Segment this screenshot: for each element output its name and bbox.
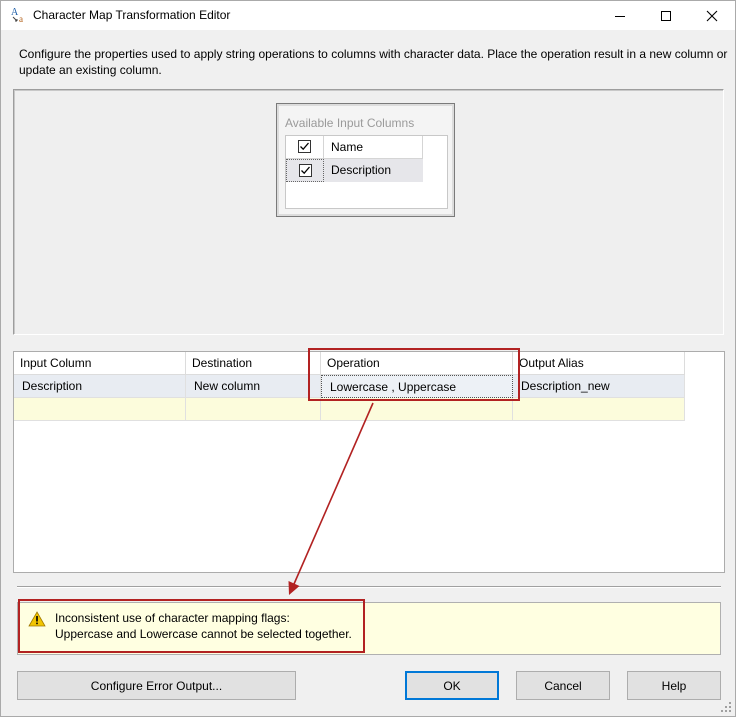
cell-destination[interactable]: New column	[186, 375, 321, 398]
close-button[interactable]	[689, 1, 735, 30]
configure-error-output-button[interactable]: Configure Error Output...	[17, 671, 296, 700]
input-column-row[interactable]: Name	[286, 136, 423, 159]
cell-input-column[interactable]: Description	[14, 375, 186, 398]
help-button[interactable]: Help	[627, 671, 721, 700]
description-checkbox[interactable]	[299, 164, 312, 177]
input-columns-list[interactable]: Name Description	[285, 135, 448, 209]
resize-grip-icon[interactable]	[720, 701, 732, 713]
cancel-button[interactable]: Cancel	[516, 671, 610, 700]
minimize-button[interactable]	[597, 1, 643, 30]
new-cell-input-column[interactable]	[14, 398, 186, 421]
character-map-icon: A a	[10, 6, 28, 24]
title-bar[interactable]: A a Character Map Transformation Editor	[1, 1, 735, 30]
ok-button[interactable]: OK	[405, 671, 499, 700]
new-cell-output-alias[interactable]	[513, 398, 685, 421]
close-icon	[706, 10, 718, 21]
input-column-row[interactable]: Description	[286, 159, 423, 182]
maximize-button[interactable]	[643, 1, 689, 30]
cell-output-alias[interactable]: Description_new	[513, 375, 685, 398]
name-checkbox[interactable]	[298, 140, 311, 153]
minimize-icon	[615, 15, 625, 17]
checkmark-icon	[301, 166, 310, 175]
new-cell-destination[interactable]	[186, 398, 321, 421]
svg-text:a: a	[19, 14, 23, 24]
operation-highlight	[308, 348, 520, 401]
input-column-label: Name	[331, 140, 364, 154]
window-title: Character Map Transformation Editor	[33, 8, 231, 22]
header-destination[interactable]: Destination	[186, 352, 321, 375]
message-highlight	[18, 599, 365, 653]
checkbox-cell[interactable]	[286, 136, 324, 159]
new-cell-operation[interactable]	[321, 398, 513, 421]
maximize-icon	[661, 10, 671, 21]
header-output-alias[interactable]: Output Alias	[513, 352, 685, 375]
dialog-window: A a Character Map Transformation Editor …	[0, 0, 736, 717]
available-input-columns-box[interactable]: Available Input Columns Name Description	[276, 103, 455, 217]
dialog-description: Configure the properties used to apply s…	[19, 47, 728, 77]
separator	[17, 586, 721, 588]
svg-text:A: A	[11, 7, 19, 18]
checkbox-cell[interactable]	[286, 159, 324, 182]
column-mapping-panel: Available Input Columns Name Description	[13, 89, 724, 335]
new-table-row[interactable]	[14, 398, 685, 421]
input-column-label: Description	[331, 163, 392, 177]
input-columns-title: Available Input Columns	[285, 116, 415, 130]
checkmark-icon	[300, 142, 309, 151]
header-input-column[interactable]: Input Column	[14, 352, 186, 375]
